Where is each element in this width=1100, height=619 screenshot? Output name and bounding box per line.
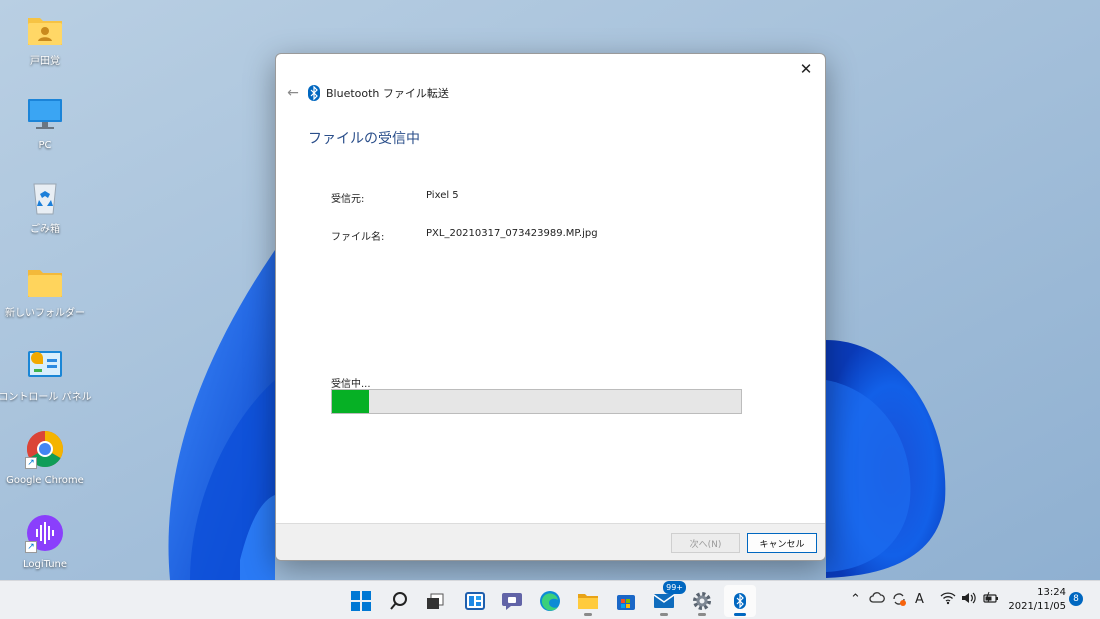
desktop-icon-pc[interactable]: PC bbox=[4, 90, 86, 170]
bluetooth-icon bbox=[308, 85, 320, 101]
desktop-icon-control-panel[interactable]: コントロール パネル bbox=[0, 342, 92, 422]
desktop-icon-label: 新しいフォルダー bbox=[5, 308, 85, 319]
clock-button[interactable]: 13:24 2021/11/05 bbox=[1006, 586, 1066, 614]
from-label: 受信元: bbox=[331, 194, 365, 205]
ime-mode-indicator[interactable]: A bbox=[915, 591, 924, 609]
desktop-icon-label: Google Chrome bbox=[6, 475, 84, 486]
dialog-footer: 次へ(N) キャンセル bbox=[276, 523, 825, 560]
mail-button[interactable]: 99+ bbox=[648, 581, 686, 617]
wifi-icon bbox=[940, 592, 956, 605]
search-button[interactable] bbox=[383, 585, 415, 617]
settings-button[interactable] bbox=[686, 585, 718, 617]
progress-fill bbox=[332, 390, 369, 413]
monitor-icon bbox=[25, 94, 65, 134]
chat-icon bbox=[502, 593, 522, 610]
speaker-icon bbox=[962, 592, 976, 604]
desktop-icon-google-chrome[interactable]: ↗ Google Chrome bbox=[4, 425, 86, 505]
desktop-icon-user-folder[interactable]: 戸田覚 bbox=[4, 6, 86, 86]
folder-icon bbox=[578, 594, 598, 609]
running-indicator bbox=[734, 613, 746, 616]
back-arrow-icon: ← bbox=[287, 85, 299, 101]
teams-chat-button[interactable] bbox=[496, 585, 528, 617]
edge-icon bbox=[540, 591, 560, 611]
start-button[interactable] bbox=[345, 585, 377, 617]
running-indicator bbox=[660, 613, 668, 616]
bluetooth-transfer-taskbar-button[interactable] bbox=[724, 585, 756, 617]
store-button[interactable] bbox=[610, 585, 642, 617]
widgets-icon bbox=[465, 592, 485, 610]
folder-icon bbox=[25, 262, 65, 302]
progress-bar bbox=[331, 389, 742, 414]
shortcut-arrow-icon: ↗ bbox=[25, 457, 37, 469]
sync-icon bbox=[893, 593, 906, 606]
control-panel-icon bbox=[25, 346, 65, 386]
chrome-icon: ↗ bbox=[25, 429, 65, 469]
mail-unread-badge: 99+ bbox=[663, 581, 686, 594]
store-icon bbox=[617, 595, 635, 610]
desktop-icon-label: PC bbox=[38, 140, 52, 151]
mail-icon bbox=[653, 594, 675, 608]
gear-icon bbox=[693, 592, 711, 610]
windows-logo-icon bbox=[351, 591, 371, 611]
running-indicator bbox=[698, 613, 706, 616]
task-view-icon bbox=[427, 593, 444, 609]
widgets-button[interactable] bbox=[459, 585, 491, 617]
desktop-icon-label: 戸田覚 bbox=[30, 56, 60, 67]
bluetooth-icon bbox=[734, 593, 746, 609]
filename-value: PXL_20210317_073423989.MP.jpg bbox=[426, 228, 598, 239]
notification-count-badge[interactable]: 8 bbox=[1069, 592, 1083, 606]
status-text: 受信中... bbox=[331, 379, 371, 390]
back-button[interactable]: ← bbox=[282, 82, 304, 104]
user-folder-icon bbox=[25, 10, 65, 50]
next-button[interactable]: 次へ(N) bbox=[671, 533, 740, 553]
edge-button[interactable] bbox=[534, 585, 566, 617]
taskbar: 99+ ⌃ A 13:24 2021/11/05 8 bbox=[0, 580, 1100, 619]
filename-label: ファイル名: bbox=[331, 232, 385, 243]
clock-date: 2021/11/05 bbox=[1008, 601, 1066, 612]
clock-time: 13:24 bbox=[1037, 587, 1066, 598]
sync-status-button[interactable] bbox=[891, 591, 907, 613]
desktop-icon-recycle-bin[interactable]: ごみ箱 bbox=[4, 174, 86, 254]
ime-label: A bbox=[915, 592, 924, 607]
cancel-button[interactable]: キャンセル bbox=[747, 533, 817, 553]
cloud-icon bbox=[869, 592, 885, 603]
bluetooth-transfer-dialog: ✕ ← Bluetooth ファイル転送 ファイルの受信中 受信元: Pixel… bbox=[275, 53, 826, 561]
desktop-icon-label: ごみ箱 bbox=[30, 224, 60, 235]
page-heading: ファイルの受信中 bbox=[308, 131, 420, 147]
recycle-bin-icon bbox=[25, 178, 65, 218]
desktop-icon-label: コントロール パネル bbox=[0, 392, 92, 403]
search-icon bbox=[390, 592, 407, 610]
desktop-icon-new-folder[interactable]: 新しいフォルダー bbox=[4, 258, 86, 338]
logitune-icon: ↗ bbox=[25, 513, 65, 553]
dialog-title-row: Bluetooth ファイル転送 bbox=[308, 84, 449, 102]
battery-charging-icon bbox=[983, 591, 998, 603]
dialog-title: Bluetooth ファイル転送 bbox=[326, 87, 449, 100]
task-view-button[interactable] bbox=[419, 585, 451, 617]
file-explorer-button[interactable] bbox=[572, 585, 604, 617]
show-hidden-icons-button[interactable]: ⌃ bbox=[850, 591, 861, 609]
battery-button[interactable] bbox=[983, 591, 999, 611]
volume-button[interactable] bbox=[961, 591, 977, 611]
from-value: Pixel 5 bbox=[426, 190, 459, 201]
desktop-icon-logitune[interactable]: ↗ LogiTune bbox=[4, 509, 86, 589]
close-icon: ✕ bbox=[799, 60, 813, 78]
onedrive-button[interactable] bbox=[869, 591, 885, 611]
desktop-icon-label: LogiTune bbox=[22, 559, 68, 570]
network-button[interactable] bbox=[940, 591, 956, 611]
running-indicator bbox=[584, 613, 592, 616]
shortcut-arrow-icon: ↗ bbox=[25, 541, 37, 553]
close-button[interactable]: ✕ bbox=[793, 58, 819, 80]
chevron-up-icon: ⌃ bbox=[850, 592, 861, 607]
